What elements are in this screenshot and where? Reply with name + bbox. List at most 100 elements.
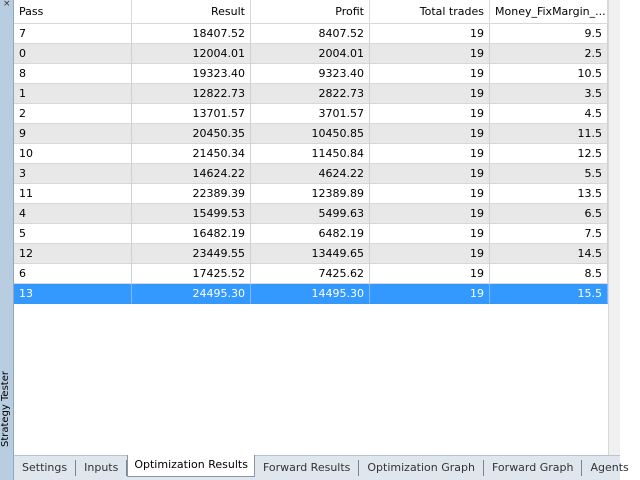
table-row[interactable]: 11 22389.39 12389.89 19 13.5	[14, 184, 608, 204]
cell-result: 14624.22	[132, 164, 251, 184]
cell-money-fixmargin: 10.5	[490, 64, 608, 84]
column-header-profit[interactable]: Profit	[251, 0, 370, 23]
table-row[interactable]: 2 13701.57 3701.57 19 4.5	[14, 104, 608, 124]
cell-pass: 2	[14, 104, 132, 124]
table-row[interactable]: 8 19323.40 9323.40 19 10.5	[14, 64, 608, 84]
window-edge	[620, 0, 640, 480]
cell-profit: 9323.40	[251, 64, 370, 84]
tab-optimization-graph[interactable]: Optimization Graph	[359, 460, 484, 476]
cell-result: 19323.40	[132, 64, 251, 84]
cell-result: 21450.34	[132, 144, 251, 164]
tab-list: Settings Inputs Optimization Results Forwar…	[14, 455, 637, 480]
tab-optimization-results[interactable]: Optimization Results	[127, 455, 255, 477]
cell-profit: 7425.62	[251, 264, 370, 284]
cell-total-trades: 19	[370, 224, 490, 244]
cell-total-trades: 19	[370, 284, 490, 304]
cell-total-trades: 19	[370, 184, 490, 204]
cell-money-fixmargin: 8.5	[490, 264, 608, 284]
table-row[interactable]: 12 23449.55 13449.65 19 14.5	[14, 244, 608, 264]
column-header-pass[interactable]: Pass	[14, 0, 132, 23]
cell-money-fixmargin: 12.5	[490, 144, 608, 164]
strategy-tester-sidebar: × Strategy Tester	[0, 0, 14, 480]
cell-result: 16482.19	[132, 224, 251, 244]
cell-money-fixmargin: 5.5	[490, 164, 608, 184]
cell-profit: 11450.84	[251, 144, 370, 164]
column-header-result[interactable]: Result	[132, 0, 251, 23]
cell-money-fixmargin: 2.5	[490, 44, 608, 64]
cell-pass: 4	[14, 204, 132, 224]
cell-pass: 1	[14, 84, 132, 104]
table-row[interactable]: 5 16482.19 6482.19 19 7.5	[14, 224, 608, 244]
cell-profit: 3701.57	[251, 104, 370, 124]
cell-money-fixmargin: 3.5	[490, 84, 608, 104]
table-row[interactable]: 3 14624.22 4624.22 19 5.5	[14, 164, 608, 184]
tab-forward-results[interactable]: Forward Results	[255, 460, 360, 476]
cell-profit: 2822.73	[251, 84, 370, 104]
cell-money-fixmargin: 9.5	[490, 24, 608, 44]
cell-profit: 6482.19	[251, 224, 370, 244]
cell-result: 20450.35	[132, 124, 251, 144]
tab-agents[interactable]: Agents	[582, 460, 636, 476]
cell-result: 22389.39	[132, 184, 251, 204]
cell-result: 17425.52	[132, 264, 251, 284]
cell-total-trades: 19	[370, 264, 490, 284]
tab-settings[interactable]: Settings	[14, 460, 77, 476]
cell-pass: 7	[14, 24, 132, 44]
tab-forward-graph[interactable]: Forward Graph	[484, 460, 583, 476]
cell-pass: 0	[14, 44, 132, 64]
cell-money-fixmargin: 7.5	[490, 224, 608, 244]
table-header: Pass Result Profit Total trades Money_Fi…	[14, 0, 608, 24]
table-row[interactable]: 0 12004.01 2004.01 19 2.5	[14, 44, 608, 64]
cell-money-fixmargin: 15.5	[490, 284, 608, 304]
cell-money-fixmargin: 14.5	[490, 244, 608, 264]
cell-pass: 8	[14, 64, 132, 84]
cell-pass: 5	[14, 224, 132, 244]
table-row[interactable]: 6 17425.52 7425.62 19 8.5	[14, 264, 608, 284]
cell-total-trades: 19	[370, 144, 490, 164]
cell-result: 24495.30	[132, 284, 251, 304]
cell-pass: 11	[14, 184, 132, 204]
cell-total-trades: 19	[370, 44, 490, 64]
cell-profit: 4624.22	[251, 164, 370, 184]
cell-profit: 14495.30	[251, 284, 370, 304]
cell-profit: 2004.01	[251, 44, 370, 64]
table-row[interactable]: 7 18407.52 8407.52 19 9.5	[14, 24, 608, 44]
cell-result: 23449.55	[132, 244, 251, 264]
cell-total-trades: 19	[370, 24, 490, 44]
column-header-money-fixmargin[interactable]: Money_FixMargin_...	[490, 0, 608, 23]
cell-money-fixmargin: 4.5	[490, 104, 608, 124]
cell-profit: 8407.52	[251, 24, 370, 44]
cell-money-fixmargin: 11.5	[490, 124, 608, 144]
vertical-scrollbar[interactable]	[608, 0, 620, 455]
tester-tab-bar: Settings Inputs Optimization Results Forwar…	[14, 455, 629, 480]
cell-pass: 10	[14, 144, 132, 164]
cell-total-trades: 19	[370, 204, 490, 224]
cell-result: 18407.52	[132, 24, 251, 44]
cell-total-trades: 19	[370, 84, 490, 104]
cell-pass: 9	[14, 124, 132, 144]
table-row[interactable]: 4 15499.53 5499.63 19 6.5	[14, 204, 608, 224]
tab-inputs[interactable]: Inputs	[76, 460, 128, 476]
close-icon[interactable]: ×	[3, 0, 11, 9]
table-row[interactable]: 9 20450.35 10450.85 19 11.5	[14, 124, 608, 144]
optimization-results-table: Pass Result Profit Total trades Money_Fi…	[14, 0, 608, 455]
cell-total-trades: 19	[370, 124, 490, 144]
cell-pass: 3	[14, 164, 132, 184]
cell-profit: 13449.65	[251, 244, 370, 264]
table-body: 7 18407.52 8407.52 19 9.5 0 12004.01 2004.01 19 2…	[14, 24, 608, 304]
cell-result: 15499.53	[132, 204, 251, 224]
column-header-total-trades[interactable]: Total trades	[370, 0, 490, 23]
table-row[interactable]: 13 24495.30 14495.30 19 15.5	[14, 284, 608, 304]
cell-pass: 6	[14, 264, 132, 284]
table-row[interactable]: 10 21450.34 11450.84 19 12.5	[14, 144, 608, 164]
cell-money-fixmargin: 13.5	[490, 184, 608, 204]
cell-money-fixmargin: 6.5	[490, 204, 608, 224]
cell-total-trades: 19	[370, 244, 490, 264]
cell-total-trades: 19	[370, 104, 490, 124]
cell-total-trades: 19	[370, 164, 490, 184]
table-row[interactable]: 1 12822.73 2822.73 19 3.5	[14, 84, 608, 104]
cell-result: 13701.57	[132, 104, 251, 124]
cell-profit: 5499.63	[251, 204, 370, 224]
cell-pass: 13	[14, 284, 132, 304]
cell-pass: 12	[14, 244, 132, 264]
